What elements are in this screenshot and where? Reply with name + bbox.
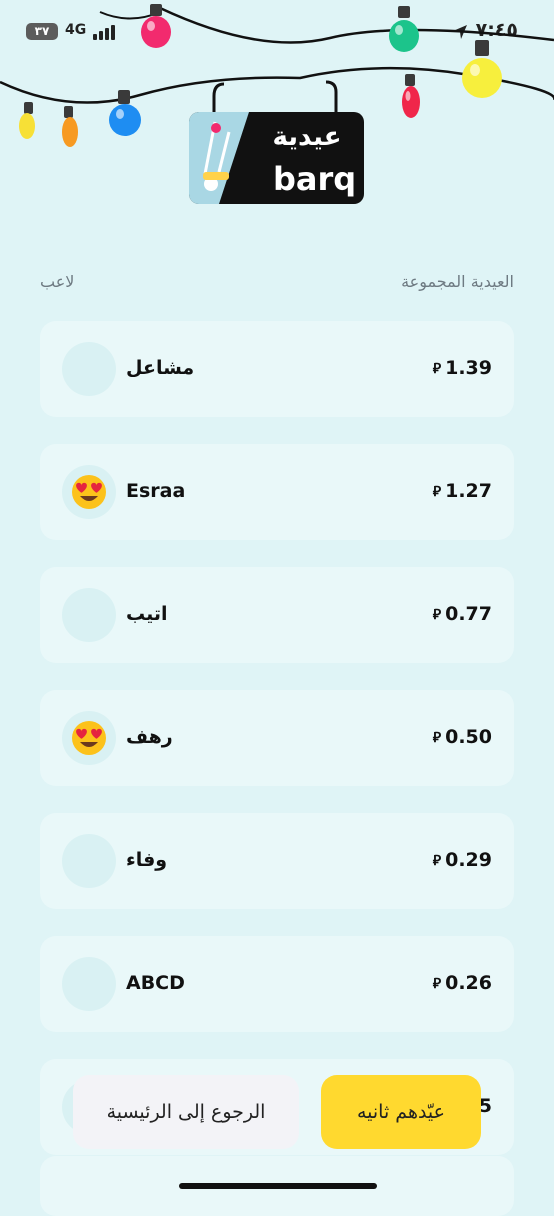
yellow-small-bulb-icon [19, 102, 35, 139]
player-name: اتيب [126, 603, 168, 625]
player-amount: ⃁ 0.26 [432, 972, 492, 994]
riyal-icon: ⃁ [432, 361, 442, 377]
eidiya-barq-logo: عيدية barq [189, 112, 364, 204]
red-bulb-icon [402, 74, 420, 118]
leaderboard-row: رهف ⃁ 0.50 [40, 690, 514, 786]
logo-arabic-text: عيدية [272, 122, 342, 152]
leaderboard-row: اتيب ⃁ 0.77 [40, 567, 514, 663]
leaderboard-row: وفاء ⃁ 0.29 [40, 813, 514, 909]
avatar [62, 465, 116, 519]
avatar [62, 957, 116, 1011]
avatar [62, 342, 116, 396]
player-column-header: لاعب [40, 272, 75, 291]
player-amount: ⃁ 0.29 [432, 849, 492, 871]
riyal-icon: ⃁ [432, 484, 442, 500]
green-bulb-icon [389, 6, 419, 52]
yellow-bulb-icon [462, 40, 502, 98]
player-amount: ⃁ 0.77 [432, 603, 492, 625]
riyal-icon: ⃁ [432, 976, 442, 992]
avatar [62, 711, 116, 765]
player-name: رهف [126, 726, 173, 748]
logo-wordmark: barq [273, 160, 357, 198]
player-amount: ⃁ 1.39 [432, 357, 492, 379]
riyal-icon: ⃁ [432, 730, 442, 746]
player-name: وفاء [126, 849, 168, 871]
heart-eyes-emoji-icon [72, 475, 106, 509]
player-name: Esraa [126, 480, 186, 502]
player-amount: ⃁ 1.27 [432, 480, 492, 502]
leaderboard-row: Esraa ⃁ 1.27 [40, 444, 514, 540]
player-name: مشاعل [126, 357, 195, 379]
total-column-header: العيدية المجموعة [401, 272, 514, 291]
avatar [62, 588, 116, 642]
riyal-icon: ⃁ [432, 853, 442, 869]
leaderboard-row: مشاعل ⃁ 1.39 [40, 321, 514, 417]
orange-bulb-icon [62, 106, 78, 147]
avatar [62, 834, 116, 888]
heart-eyes-emoji-icon [72, 721, 106, 755]
riyal-icon: ⃁ [432, 607, 442, 623]
home-indicator[interactable] [179, 1183, 377, 1189]
player-name: ABCD [126, 972, 185, 994]
player-amount: ⃁ 0.50 [432, 726, 492, 748]
leaderboard-row: ABCD ⃁ 0.26 [40, 936, 514, 1032]
back-to-home-button[interactable]: الرجوع إلى الرئيسية [73, 1075, 299, 1149]
play-again-button[interactable]: عيّدهم ثانيه [321, 1075, 481, 1149]
